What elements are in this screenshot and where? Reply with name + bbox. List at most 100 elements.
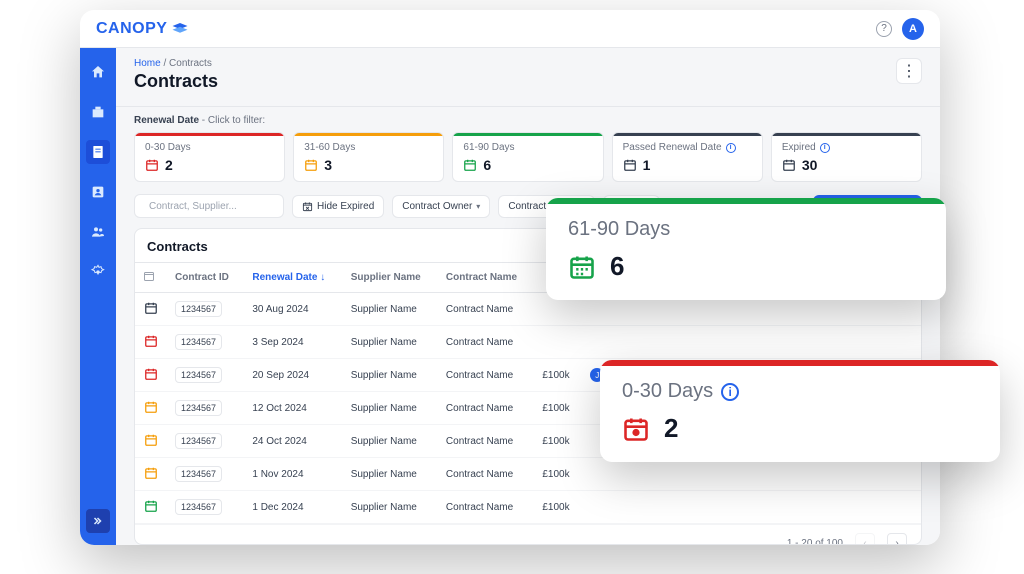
- sidebar-item-contracts[interactable]: [86, 140, 110, 164]
- sidebar-item-users[interactable]: [86, 220, 110, 244]
- pagination: 1 - 20 of 100 ‹ ›: [135, 524, 921, 545]
- stat-row: 0-30 Days 2 31-60 Days 3 61-90 Days 6 Pa…: [116, 132, 940, 194]
- popover-value: 6: [610, 251, 624, 282]
- stat-value: 2: [165, 157, 173, 173]
- calendar-icon: [143, 465, 159, 481]
- prev-page-button[interactable]: ‹: [855, 533, 875, 545]
- stat-label: Expired i: [782, 142, 911, 153]
- calendar-alert-icon: [622, 415, 650, 443]
- col-supplier[interactable]: Supplier Name: [343, 263, 438, 293]
- sidebar-item-profile[interactable]: [86, 180, 110, 204]
- table-row[interactable]: 1234567 1 Dec 2024 Supplier Name Contrac…: [135, 491, 921, 524]
- popover-label: 61-90 Days: [568, 218, 924, 241]
- stat-label: Passed Renewal Date i: [623, 142, 752, 153]
- sidebar-item-home[interactable]: [86, 60, 110, 84]
- col-renewal-date[interactable]: Renewal Date ↓: [244, 263, 342, 293]
- calendar-icon: [145, 158, 159, 172]
- renewal-date: 24 Oct 2024: [244, 425, 342, 458]
- help-icon[interactable]: ?: [876, 21, 892, 37]
- contract-id[interactable]: 1234567: [175, 466, 222, 482]
- info-icon[interactable]: i: [721, 383, 739, 401]
- calendar-icon: [143, 399, 159, 415]
- search-input[interactable]: [149, 201, 281, 212]
- stat-label: 61-90 Days: [463, 142, 592, 153]
- sort-down-icon: ↓: [320, 272, 325, 283]
- stat-card[interactable]: Passed Renewal Date i 1: [612, 132, 763, 182]
- contract-id[interactable]: 1234567: [175, 433, 222, 449]
- contract-name: Contract Name: [438, 359, 534, 392]
- sidebar: [80, 48, 116, 545]
- stat-card[interactable]: 31-60 Days 3: [293, 132, 444, 182]
- sidebar-item-settings[interactable]: [86, 260, 110, 284]
- calendar-icon: [304, 158, 318, 172]
- brand-text: CANOPY: [96, 20, 167, 38]
- stat-card[interactable]: 61-90 Days 6: [452, 132, 603, 182]
- calendar-icon: [782, 158, 796, 172]
- sidebar-item-suppliers[interactable]: [86, 100, 110, 124]
- next-page-button[interactable]: ›: [887, 533, 907, 545]
- stat-value: 6: [483, 157, 491, 173]
- supplier-name: Supplier Name: [343, 458, 438, 491]
- stat-card[interactable]: Expired i 30: [771, 132, 922, 182]
- calendar-icon: [463, 158, 477, 172]
- supplier-name: Supplier Name: [343, 359, 438, 392]
- stat-card[interactable]: 0-30 Days 2: [134, 132, 285, 182]
- stat-value: 1: [643, 157, 651, 173]
- info-icon[interactable]: i: [820, 143, 830, 153]
- contract-id[interactable]: 1234567: [175, 400, 222, 416]
- calendar-icon: [143, 270, 155, 282]
- contract-value: [534, 326, 582, 359]
- contract-name: Contract Name: [438, 392, 534, 425]
- calendar-icon: [623, 158, 637, 172]
- renewal-date: 30 Aug 2024: [244, 293, 342, 326]
- stat-label: 31-60 Days: [304, 142, 433, 153]
- user-avatar[interactable]: A: [902, 18, 924, 40]
- contract-value: £100k: [534, 491, 582, 524]
- brand: CANOPY: [96, 20, 189, 38]
- calendar-icon: [143, 300, 159, 316]
- calendar-icon: [143, 432, 159, 448]
- contract-value: £100k: [534, 425, 582, 458]
- supplier-name: Supplier Name: [343, 392, 438, 425]
- contract-owner-filter[interactable]: Contract Owner ▾: [392, 195, 490, 218]
- calendar-icon: [143, 333, 159, 349]
- renewal-date: 20 Sep 2024: [244, 359, 342, 392]
- contract-id[interactable]: 1234567: [175, 334, 222, 350]
- contract-value: £100k: [534, 359, 582, 392]
- breadcrumb-bar: Home / Contracts Contracts ⋮: [116, 48, 940, 107]
- breadcrumb-home[interactable]: Home: [134, 58, 161, 69]
- popover-label: 0-30 Days i: [622, 380, 978, 403]
- col-contract-id[interactable]: Contract ID: [167, 263, 244, 293]
- info-icon[interactable]: i: [726, 143, 736, 153]
- stat-value: 3: [324, 157, 332, 173]
- pagination-text: 1 - 20 of 100: [787, 538, 843, 546]
- contract-id[interactable]: 1234567: [175, 499, 222, 515]
- topbar-right: ? A: [876, 18, 924, 40]
- contract-name: Contract Name: [438, 293, 534, 326]
- renewal-date: 1 Nov 2024: [244, 458, 342, 491]
- contract-value: £100k: [534, 458, 582, 491]
- calendar-x-icon: [302, 201, 313, 212]
- filter-hint: Renewal Date - Click to filter:: [116, 107, 940, 132]
- contract-name: Contract Name: [438, 491, 534, 524]
- hide-expired-button[interactable]: Hide Expired: [292, 195, 384, 218]
- supplier-name: Supplier Name: [343, 425, 438, 458]
- contract-name: Contract Name: [438, 326, 534, 359]
- contract-id[interactable]: 1234567: [175, 367, 222, 383]
- sidebar-collapse-icon[interactable]: [86, 509, 110, 533]
- topbar: CANOPY ? A: [80, 10, 940, 48]
- renewal-date: 12 Oct 2024: [244, 392, 342, 425]
- renewal-date: 1 Dec 2024: [244, 491, 342, 524]
- contract-id[interactable]: 1234567: [175, 301, 222, 317]
- search-input-wrap[interactable]: [134, 194, 284, 218]
- supplier-name: Supplier Name: [343, 326, 438, 359]
- table-row[interactable]: 1234567 3 Sep 2024 Supplier Name Contrac…: [135, 326, 921, 359]
- supplier-name: Supplier Name: [343, 293, 438, 326]
- col-contract-name[interactable]: Contract Name: [438, 263, 534, 293]
- table-row[interactable]: 1234567 1 Nov 2024 Supplier Name Contrac…: [135, 458, 921, 491]
- contract-name: Contract Name: [438, 458, 534, 491]
- popover-0-30: 0-30 Days i 2: [600, 360, 1000, 462]
- renewal-date: 3 Sep 2024: [244, 326, 342, 359]
- more-menu-button[interactable]: ⋮: [896, 58, 922, 84]
- calendar-icon: [568, 253, 596, 281]
